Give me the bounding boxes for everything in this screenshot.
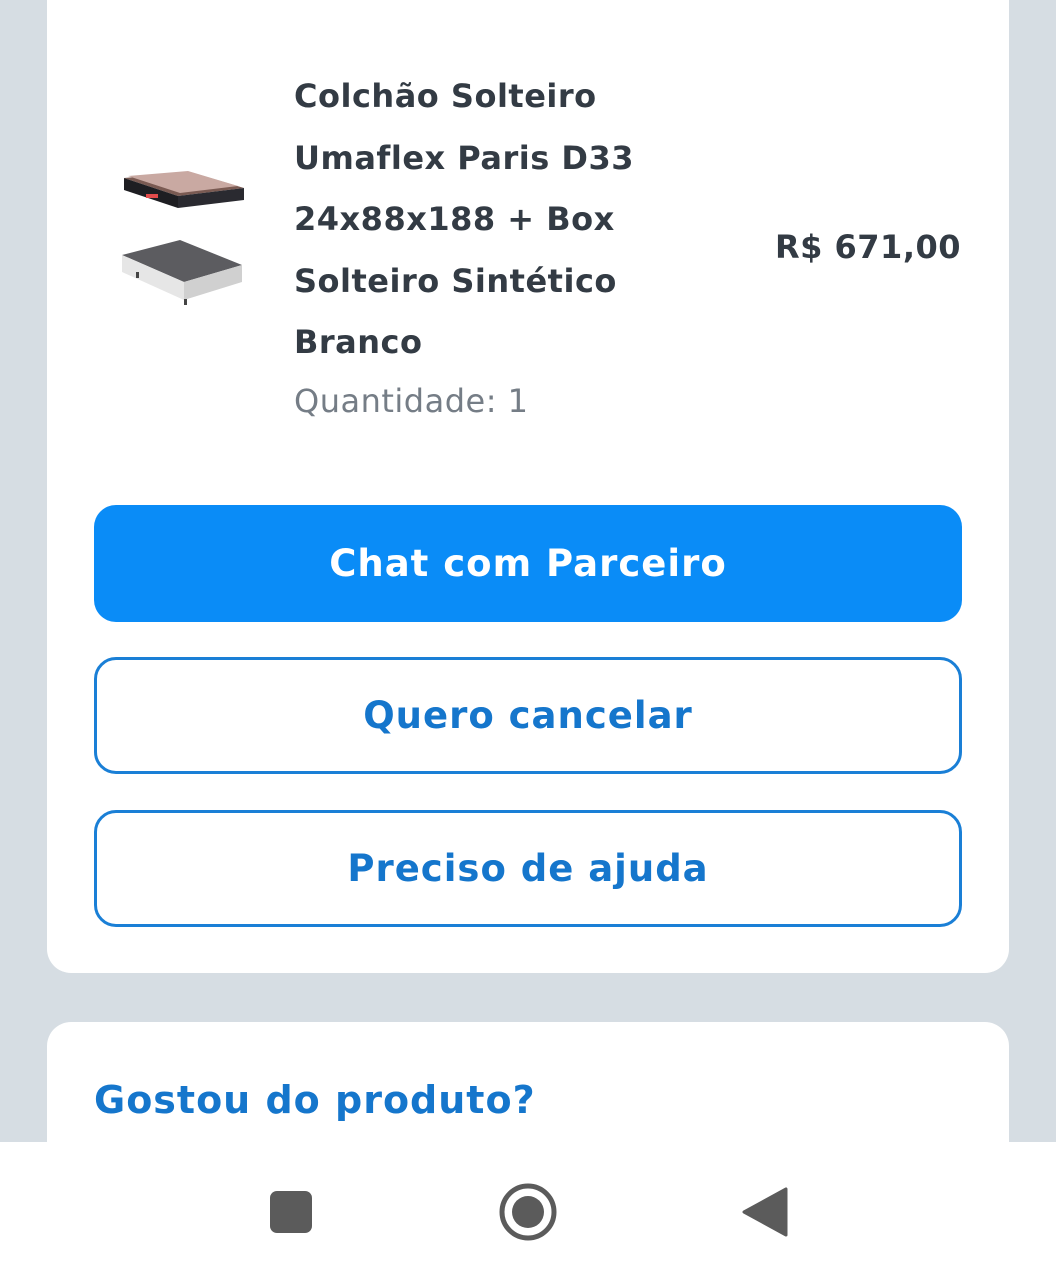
product-price: R$ 671,00	[774, 228, 961, 266]
help-button[interactable]: Preciso de ajuda	[94, 810, 962, 927]
product-title: Colchão Solteiro Umaflex Paris D33 24x88…	[294, 77, 635, 362]
product-image	[110, 160, 255, 320]
chat-partner-button[interactable]: Chat com Parceiro	[94, 505, 962, 622]
recents-square-icon[interactable]	[261, 1182, 321, 1242]
review-section-title: Gostou do produto?	[94, 1078, 536, 1122]
cancel-order-button[interactable]: Quero cancelar	[94, 657, 962, 774]
product-quantity: Quantidade: 1	[294, 382, 529, 420]
home-circle-icon[interactable]	[498, 1182, 558, 1242]
back-triangle-icon[interactable]	[736, 1182, 796, 1242]
android-navigation-bar	[0, 1142, 1056, 1280]
